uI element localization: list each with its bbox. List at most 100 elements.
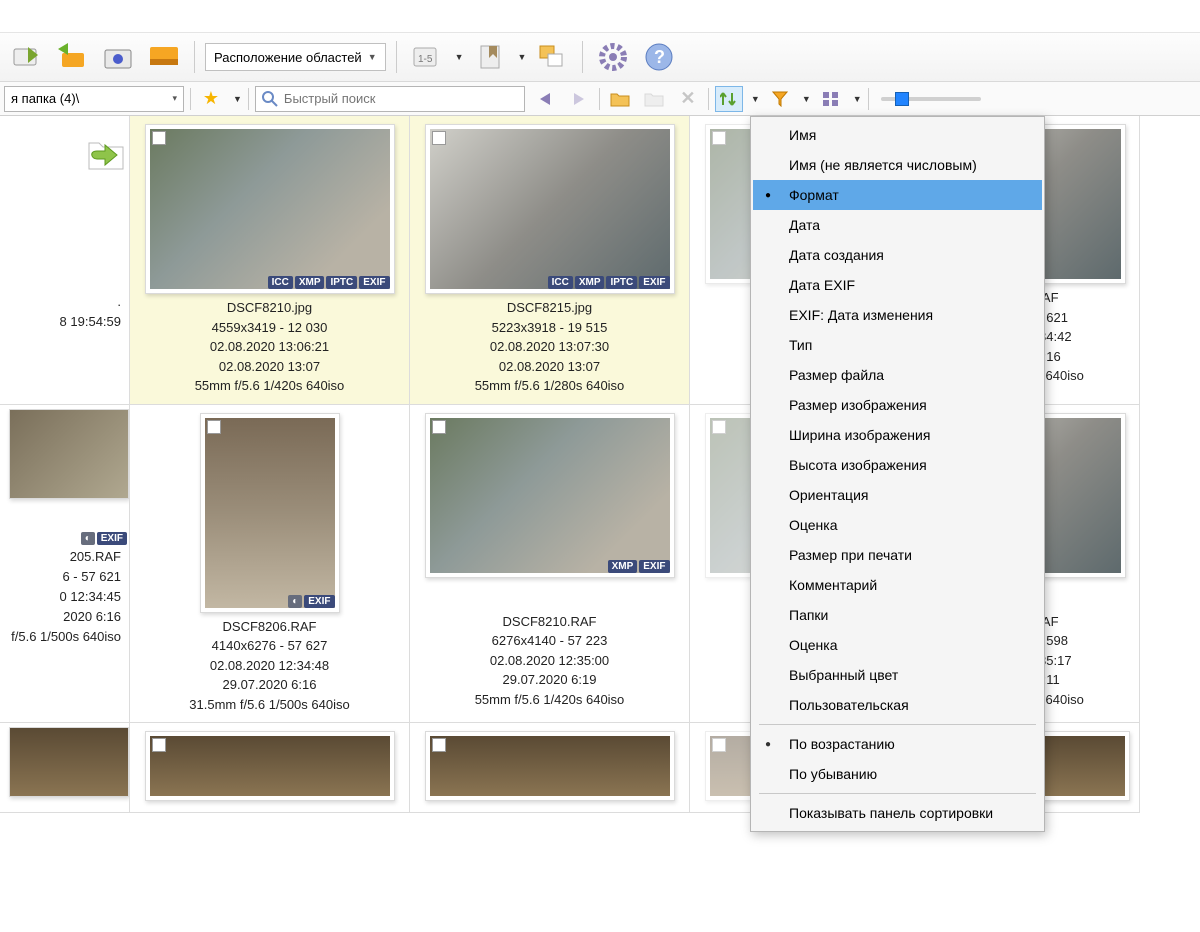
menu-item-sort[interactable]: Ориентация: [753, 480, 1042, 510]
dimensions: 4140x6276 - 57 627: [138, 636, 401, 656]
file-date: 02.08.2020 12:34:48: [138, 656, 401, 676]
thumbnail-frame[interactable]: ICC XMP IPTC EXIF: [425, 124, 675, 294]
menu-item-sort[interactable]: Оценка: [753, 630, 1042, 660]
batch-rename-button[interactable]: 1-5: [407, 37, 447, 77]
arrow-left-icon: [536, 91, 554, 107]
delete-button[interactable]: ✕: [674, 86, 702, 112]
menu-item-sort[interactable]: Ширина изображения: [753, 420, 1042, 450]
chevron-down-icon[interactable]: ▼: [518, 52, 527, 62]
menu-item-sort[interactable]: Высота изображения: [753, 450, 1042, 480]
filename: DSCF8206.RAF: [138, 617, 401, 637]
metadata-badges: ICC XMP IPTC EXIF: [268, 276, 390, 289]
folder-up-icon: [83, 129, 129, 173]
help-button[interactable]: ?: [639, 37, 679, 77]
thumbnail-cell[interactable]: ICC XMP IPTC EXIF DSCF8210.jpg 4559x3419…: [130, 116, 410, 405]
select-checkbox[interactable]: [712, 131, 726, 145]
file-date: 02.08.2020 13:06:21: [138, 337, 401, 357]
chevron-down-icon[interactable]: ▼: [751, 94, 760, 104]
thumbnail-image: [430, 129, 670, 289]
export-button[interactable]: [52, 37, 92, 77]
thumbnail-cell[interactable]: [410, 723, 690, 813]
chevron-down-icon[interactable]: ▼: [455, 52, 464, 62]
info-line: .: [0, 292, 121, 312]
arrow-right-icon: [570, 91, 588, 107]
menu-item-sort[interactable]: EXIF: Дата изменения: [753, 300, 1042, 330]
new-folder-button[interactable]: [640, 86, 668, 112]
open-folder-button[interactable]: [606, 86, 634, 112]
select-checkbox[interactable]: [432, 131, 446, 145]
select-checkbox[interactable]: [152, 131, 166, 145]
filter-button[interactable]: [766, 86, 794, 112]
menu-item-sort[interactable]: Комментарий: [753, 570, 1042, 600]
camera-icon: [103, 44, 133, 70]
menu-item-sort[interactable]: Дата EXIF: [753, 270, 1042, 300]
layout-label: Расположение областей: [214, 50, 362, 65]
menu-item-sort[interactable]: Выбранный цвет: [753, 660, 1042, 690]
menu-item-sort[interactable]: Тип: [753, 330, 1042, 360]
settings-button[interactable]: [593, 37, 633, 77]
chevron-down-icon[interactable]: ▼: [853, 94, 862, 104]
search-icon: [262, 91, 278, 107]
parent-folder-button[interactable]: [83, 128, 129, 174]
favorites-button[interactable]: ★: [197, 86, 225, 112]
thumbnail-size-slider[interactable]: [881, 97, 981, 101]
export-icon: [56, 43, 88, 71]
rename-icon: 1-5: [410, 44, 444, 70]
menu-item-sort[interactable]: Формат: [753, 180, 1042, 210]
thumbnail-cell[interactable]: ◐EXIF DSCF8206.RAF 4140x6276 - 57 627 02…: [130, 405, 410, 724]
exif-summary: 31.5mm f/5.6 1/500s 640iso: [138, 695, 401, 715]
import-button[interactable]: [6, 37, 46, 77]
menu-item-show-sort-panel[interactable]: Показывать панель сортировки: [753, 798, 1042, 828]
file-date: 0 12:34:45: [0, 587, 121, 607]
catalog-button[interactable]: [470, 37, 510, 77]
main-toolbar: Расположение областей ▼ 1-5 ▼ ▼ ?: [0, 32, 1200, 82]
thumbnail-frame[interactable]: ◐EXIF: [200, 413, 340, 613]
raw-badge: ◐: [288, 595, 302, 608]
menu-item-sort-order[interactable]: По возрастанию: [753, 729, 1042, 759]
menu-item-sort[interactable]: Оценка: [753, 510, 1042, 540]
search-field[interactable]: [255, 86, 525, 112]
thumbnail-cell[interactable]: ICC XMP IPTC EXIF DSCF8215.jpg 5223x3918…: [410, 116, 690, 405]
thumbnail-frame[interactable]: ICC XMP IPTC EXIF: [145, 124, 395, 294]
nav-back-button[interactable]: [531, 86, 559, 112]
select-checkbox[interactable]: [712, 420, 726, 434]
view-mode-button[interactable]: [817, 86, 845, 112]
thumbnail-cell[interactable]: XMPEXIF DSCF8210.RAF 6276x4140 - 57 223 …: [410, 405, 690, 724]
menu-item-sort[interactable]: Дата: [753, 210, 1042, 240]
menu-item-sort[interactable]: Размер файла: [753, 360, 1042, 390]
layout-dropdown[interactable]: Расположение областей ▼: [205, 43, 386, 71]
thumbnail-cell[interactable]: [130, 723, 410, 813]
menu-item-sort-order[interactable]: По убыванию: [753, 759, 1042, 789]
menu-item-sort[interactable]: Имя: [753, 120, 1042, 150]
sort-button[interactable]: [715, 86, 743, 112]
chevron-down-icon[interactable]: ▼: [233, 94, 242, 104]
close-icon: ✕: [680, 88, 695, 109]
folder-icon: [610, 91, 630, 107]
path-input[interactable]: я папка (4)\ ▾: [4, 86, 184, 112]
nav-forward-button[interactable]: [565, 86, 593, 112]
star-icon: ★: [203, 88, 219, 109]
thumbnail-frame[interactable]: XMPEXIF: [425, 413, 675, 578]
select-checkbox[interactable]: [207, 420, 221, 434]
exif-summary: 55mm f/5.6 1/420s 640iso: [418, 690, 681, 710]
slider-thumb[interactable]: [895, 92, 909, 106]
import-icon: [10, 43, 42, 71]
filename: DSCF8210.jpg: [138, 298, 401, 318]
info-line: 8 19:54:59: [0, 312, 121, 332]
menu-item-sort[interactable]: Папки: [753, 600, 1042, 630]
menu-item-sort[interactable]: Размер при печати: [753, 540, 1042, 570]
dimensions: 6276x4140 - 57 223: [418, 631, 681, 651]
menu-item-sort[interactable]: Размер изображения: [753, 390, 1042, 420]
slideshow-button[interactable]: [144, 37, 184, 77]
chevron-down-icon[interactable]: ▼: [802, 94, 811, 104]
menu-item-sort[interactable]: Дата создания: [753, 240, 1042, 270]
select-checkbox[interactable]: [432, 420, 446, 434]
search-input[interactable]: [284, 91, 518, 106]
gear-icon: [597, 41, 629, 73]
menu-item-sort[interactable]: Пользовательская: [753, 690, 1042, 720]
menu-item-sort[interactable]: Имя (не является числовым): [753, 150, 1042, 180]
svg-text:?: ?: [654, 47, 665, 67]
capture-button[interactable]: [98, 37, 138, 77]
thumbnail-area: . 8 19:54:59 ICC XMP IPTC EXIF DSCF8210.…: [0, 116, 1200, 900]
file-ops-button[interactable]: [532, 37, 572, 77]
